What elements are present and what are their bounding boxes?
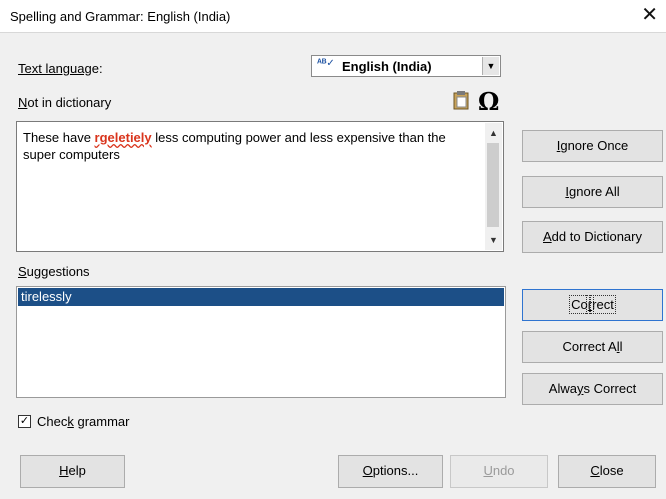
- close-accel: C: [590, 463, 600, 478]
- correct-pre: Co: [569, 295, 590, 314]
- undo-button[interactable]: Undo: [450, 455, 548, 488]
- correct-all-pre: Correct A: [562, 339, 617, 354]
- dialog-title: Spelling and Grammar: English (India): [10, 9, 231, 24]
- sentence-scrollbar[interactable]: ▲ ▼: [485, 123, 502, 250]
- always-correct-button[interactable]: Always Correct: [522, 373, 663, 405]
- options-rest: ptions...: [372, 463, 419, 478]
- suggestions-rest: uggestions: [26, 264, 90, 279]
- check-grammar-label[interactable]: Check grammar: [37, 414, 129, 429]
- help-accel: H: [59, 463, 69, 478]
- text-language-label: Text language:: [18, 61, 103, 76]
- correct-button[interactable]: Correct: [522, 289, 663, 321]
- options-button[interactable]: Options...: [338, 455, 443, 488]
- close-icon[interactable]: ✕: [641, 3, 658, 27]
- correct-rest: rect: [590, 295, 616, 314]
- not-in-dictionary-label: Not in dictionary: [18, 95, 111, 110]
- add-to-dictionary-rest: dd to Dictionary: [551, 229, 642, 244]
- check-grammar-pre: Chec: [37, 414, 68, 429]
- sentence-before: These have: [23, 130, 95, 145]
- suggestion-item-selected[interactable]: tirelessly: [18, 288, 504, 306]
- text-language-label-accel: Text languag: [18, 61, 92, 76]
- check-grammar-rest: grammar: [73, 414, 130, 429]
- autocorrect-icon: ᴬᴮ✓: [317, 58, 335, 69]
- scroll-down-icon[interactable]: ▼: [485, 232, 502, 248]
- suggestions-label: Suggestions: [18, 264, 90, 279]
- always-correct-rest: s Correct: [583, 381, 637, 396]
- title-bar: Spelling and Grammar: English (India) ✕: [0, 0, 666, 33]
- undo-rest: ndo: [492, 463, 515, 478]
- add-to-dictionary-button[interactable]: Add to Dictionary: [522, 221, 663, 253]
- clipboard-icon[interactable]: [452, 90, 470, 115]
- help-button[interactable]: Help: [20, 455, 125, 488]
- sentence-textbox[interactable]: These have rgeletiely less computing pow…: [16, 121, 504, 252]
- ignore-once-rest: gnore Once: [560, 138, 629, 153]
- help-rest: elp: [68, 463, 86, 478]
- ignore-once-button[interactable]: Ignore Once: [522, 130, 663, 162]
- spelling-grammar-dialog: Spelling and Grammar: English (India) ✕ …: [0, 0, 666, 499]
- omega-icon[interactable]: Ω: [478, 87, 499, 116]
- correct-all-rest: l: [619, 339, 623, 354]
- ignore-all-button[interactable]: Ignore All: [522, 176, 663, 208]
- check-grammar-checkbox[interactable]: ✓: [18, 415, 31, 428]
- sentence-content: These have rgeletiely less computing pow…: [23, 129, 478, 163]
- text-language-label-rest: e:: [91, 61, 103, 76]
- close-rest: lose: [599, 463, 624, 478]
- scroll-thumb[interactable]: [487, 143, 499, 227]
- undo-accel: U: [483, 463, 493, 478]
- chevron-down-icon: ▼: [482, 57, 499, 75]
- always-correct-pre: Alwa: [548, 381, 577, 396]
- text-language-select[interactable]: ᴬᴮ✓ English (India) ▼: [311, 55, 501, 77]
- correct-all-button[interactable]: Correct All: [522, 331, 663, 363]
- not-in-dictionary-rest: ot in dictionary: [27, 95, 112, 110]
- ignore-all-rest: gnore All: [569, 184, 620, 199]
- scroll-up-icon[interactable]: ▲: [485, 125, 502, 141]
- options-accel: O: [362, 463, 373, 478]
- suggestions-list[interactable]: tirelessly: [16, 286, 506, 398]
- text-language-value: English (India): [342, 59, 432, 74]
- close-button[interactable]: Close: [558, 455, 656, 488]
- suggestions-accel: S: [18, 264, 27, 279]
- misspelled-word: rgeletiely: [94, 130, 152, 145]
- not-in-dictionary-accel: N: [18, 95, 28, 110]
- add-to-dictionary-accel: A: [543, 229, 552, 244]
